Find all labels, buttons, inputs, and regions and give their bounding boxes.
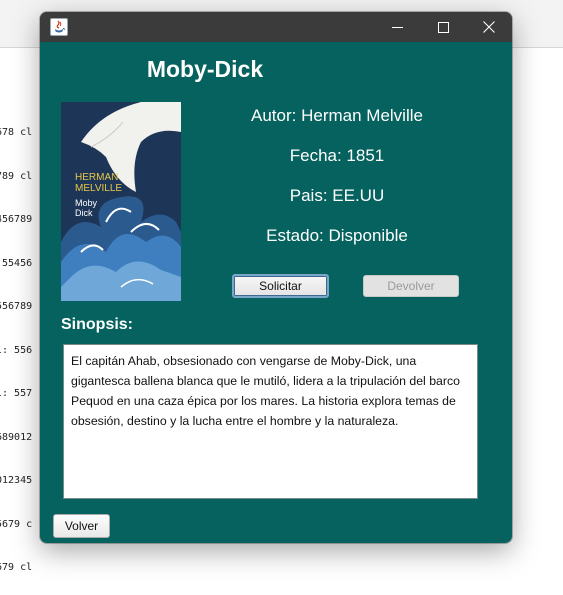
close-button[interactable] <box>466 12 512 42</box>
request-button[interactable]: Solicitar <box>232 274 329 298</box>
java-icon <box>50 18 68 36</box>
minimize-icon <box>391 26 403 28</box>
date-label: Fecha: 1851 <box>289 146 385 165</box>
cover-author-line1: HERMAN <box>75 172 118 183</box>
cover-title-line1: Moby <box>75 198 98 208</box>
close-icon <box>483 21 495 33</box>
code-line: 679 cl <box>0 562 33 573</box>
author-label: Autor: Herman Melville <box>251 106 423 125</box>
maximize-icon <box>437 21 449 33</box>
country-label: Pais: EE.UU <box>289 186 385 205</box>
title-bar[interactable] <box>40 12 512 42</box>
status-label: Estado: Disponible <box>266 226 408 245</box>
book-cover: HERMAN MELVILLE Moby Dick <box>61 102 181 301</box>
book-title: Moby-Dick <box>146 56 264 82</box>
minimize-button[interactable] <box>374 12 420 42</box>
back-button[interactable]: Volver <box>53 514 110 538</box>
synopsis-textarea[interactable]: El capitán Ahab, obsesionado con vengars… <box>63 344 478 499</box>
maximize-button[interactable] <box>420 12 466 42</box>
return-button[interactable]: Devolver <box>363 275 459 297</box>
book-detail-window: Moby-Dick HERMAN MELVILLE Moby Dick Auto… <box>40 12 512 543</box>
cover-author-line2: MELVILLE <box>75 183 122 194</box>
synopsis-heading: Sinopsis: <box>61 316 134 333</box>
cover-title-line2: Dick <box>75 208 93 218</box>
